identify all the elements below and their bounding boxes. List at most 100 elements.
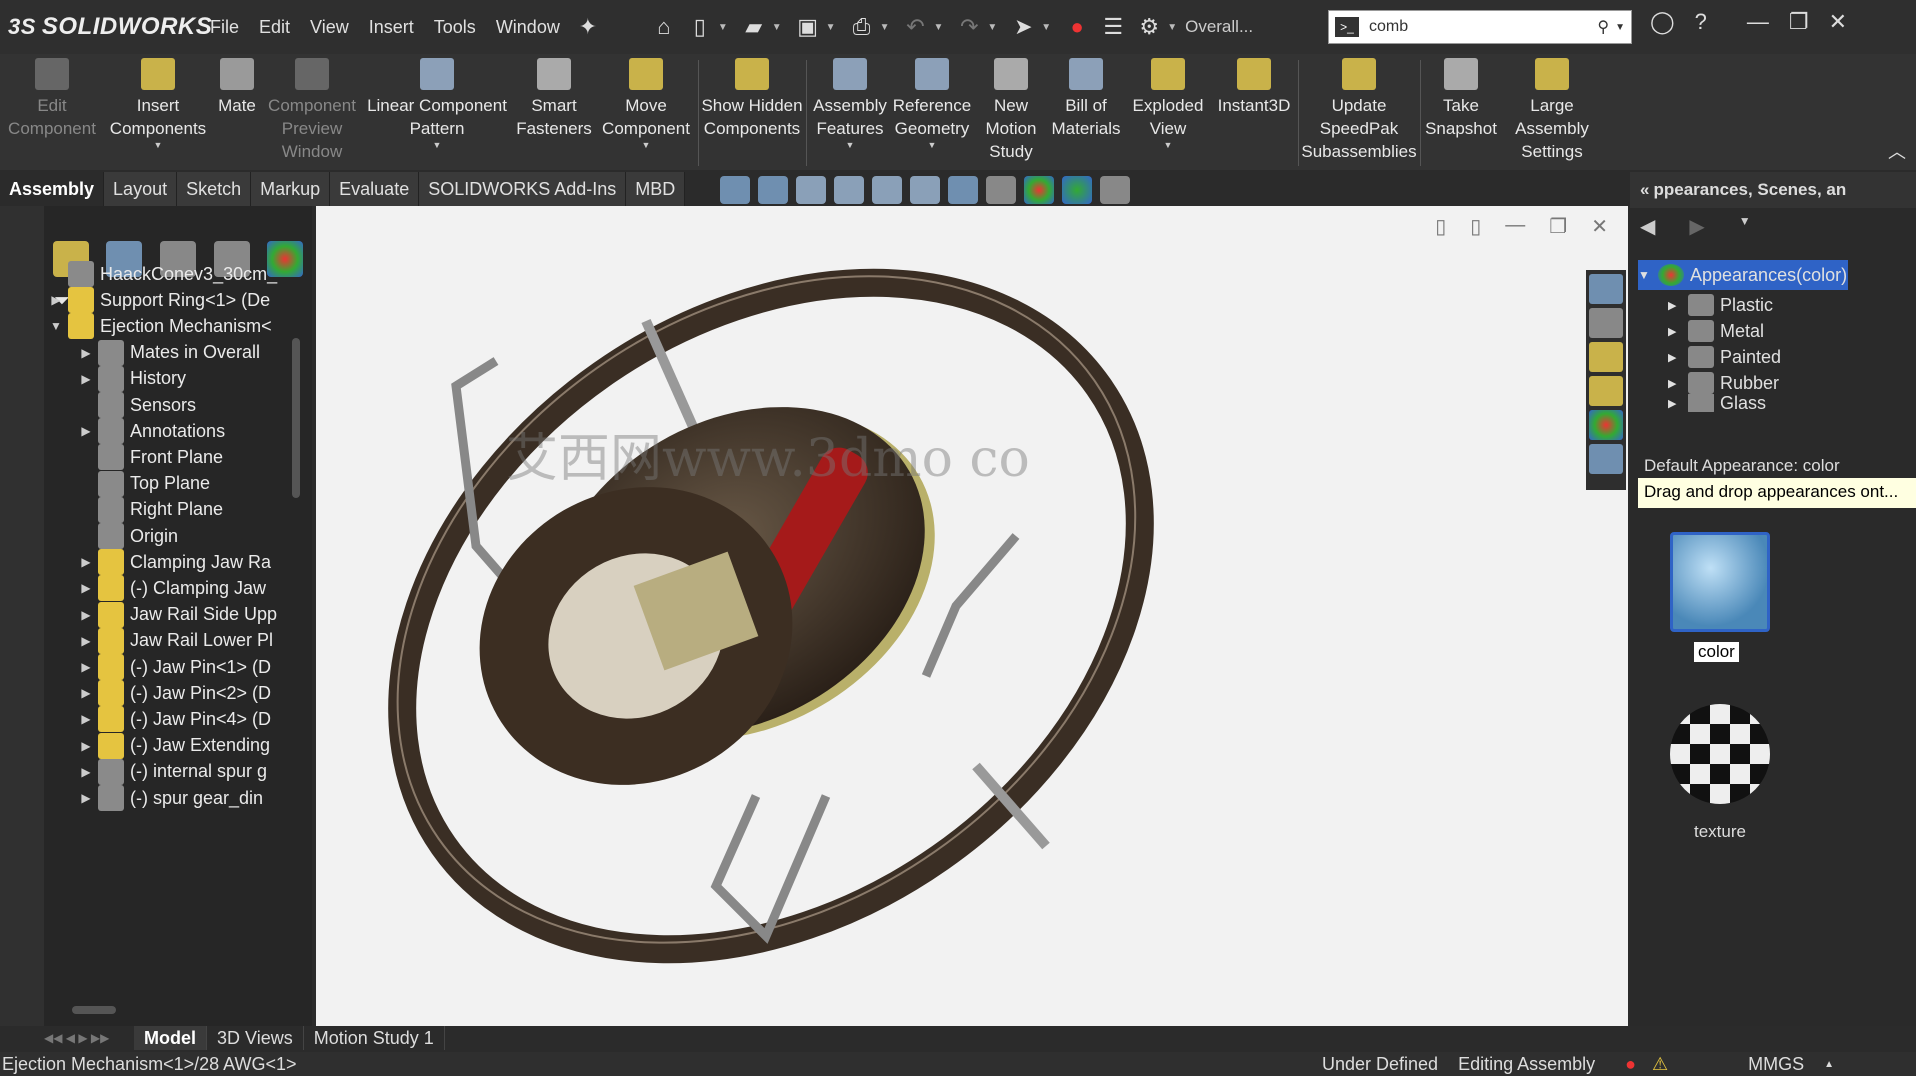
tab-assembly[interactable]: Assembly [0,172,105,206]
tab-evaluate[interactable]: Evaluate [330,172,420,206]
appearances-scenes-icon[interactable] [1589,410,1623,440]
expand-arrow-icon[interactable]: ▶ [78,791,94,805]
graphics-area[interactable]: ▯ ▯ — ❐ ✕ 艾西网www.3dmo co [316,206,1628,1026]
tab-markup[interactable]: Markup [251,172,331,206]
viewport-minimize-icon[interactable]: — [1505,214,1525,239]
expand-arrow-icon[interactable]: ▶ [78,712,94,726]
expand-arrow-icon[interactable]: ▶ [48,293,64,307]
search-icon[interactable]: ⚲ [1597,17,1609,37]
expand-arrow-icon[interactable]: ▶ [78,372,94,386]
search-dropdown-icon[interactable]: ▼ [1615,22,1625,33]
viewport-restore-icon[interactable]: ❐ [1549,214,1567,239]
design-library-icon[interactable] [1589,308,1623,338]
collapse-ribbon-icon[interactable]: ︿ [1888,138,1906,164]
assembly-model[interactable] [316,206,1628,1026]
view-settings-icon[interactable] [1100,176,1130,204]
large-assembly-settings-button[interactable]: Large Assembly Settings [1502,58,1602,163]
expand-arrow-icon[interactable]: ▶ [78,739,94,753]
zoom-to-area-icon[interactable] [758,176,788,204]
bill-of-materials-button[interactable]: Bill of Materials [1050,58,1122,140]
command-search[interactable]: >_ comb ⚲ ▼ [1328,10,1632,44]
take-snapshot-button[interactable]: Take Snapshot [1422,58,1500,140]
traffic-light-icon[interactable]: ● [1059,9,1095,45]
expand-arrow-icon[interactable]: ▶ [78,346,94,360]
menu-view[interactable]: View [300,17,359,38]
expand-arrow-icon[interactable]: ▶ [1668,351,1682,364]
tab-nav-arrows[interactable]: ◀◀ ◀ ▶ ▶▶ [44,1031,134,1045]
minimize-icon[interactable]: — [1747,9,1769,35]
undo-icon[interactable]: ↶ [897,9,933,45]
hide-show-items-icon[interactable] [986,176,1016,204]
menu-window[interactable]: Window [486,17,570,38]
dropdown-icon[interactable]: ▼ [846,140,855,150]
expand-arrow-icon[interactable]: ▼ [1638,268,1652,282]
expand-arrow-icon[interactable]: ▶ [78,686,94,700]
expand-arrow-icon[interactable]: ▶ [1668,299,1682,312]
linear-component-pattern-button[interactable]: Linear Component Pattern ▼ [364,58,510,150]
units-dropdown-icon[interactable]: ▲ [1824,1059,1834,1070]
pin-icon[interactable]: ✦ [570,9,606,45]
insert-components-button[interactable]: Insert Components ▼ [104,58,212,150]
tab-motion-study[interactable]: Motion Study 1 [304,1026,445,1050]
dropdown-icon[interactable]: ▼ [154,140,163,150]
show-hidden-components-button[interactable]: Show Hidden Components [700,58,804,140]
file-explorer-icon[interactable] [1589,342,1623,372]
appearance-thumb-texture[interactable] [1670,704,1770,804]
tab-layout[interactable]: Layout [104,172,178,206]
tree-item[interactable]: ▶ (-) spur gear_din [78,782,288,814]
tab-mbd[interactable]: MBD [626,172,686,206]
expand-arrow-icon[interactable]: ▶ [78,634,94,648]
expand-arrow-icon[interactable]: ▶ [78,555,94,569]
forward-icon[interactable]: ▶ [1689,214,1704,239]
close-icon[interactable]: ✕ [1829,9,1847,35]
horizontal-scrollbar[interactable] [72,1006,116,1014]
instant3d-button[interactable]: Instant3D [1212,58,1296,117]
edit-component-button[interactable]: Edit Component [2,58,102,140]
expand-arrow-icon[interactable]: ▶ [1668,397,1682,410]
zoom-to-fit-icon[interactable] [720,176,750,204]
view-orientation-icon[interactable] [910,176,940,204]
save-icon[interactable]: ▣ [790,9,826,45]
dropdown-icon[interactable]: ▼ [433,140,442,150]
component-preview-window-button[interactable]: Component Preview Window [262,58,362,163]
view-palette-icon[interactable] [1589,376,1623,406]
exploded-view-button[interactable]: Exploded View ▼ [1128,58,1208,150]
mate-button[interactable]: Mate [210,58,264,117]
tab-sketch[interactable]: Sketch [177,172,252,206]
new-document-icon[interactable]: ▯ [682,9,718,45]
file-properties-icon[interactable]: ☰ [1095,9,1131,45]
expand-arrow-icon[interactable]: ▶ [1668,325,1682,338]
home-dropdown-icon[interactable]: ▼ [1739,214,1751,239]
rebuild-icon[interactable]: ● [1625,1054,1636,1075]
tab-model[interactable]: Model [134,1026,207,1050]
menu-file[interactable]: File [200,17,249,38]
back-icon[interactable]: ◀ [1640,214,1655,239]
restore-icon[interactable]: ❐ [1789,9,1809,35]
appearance-thumb-color[interactable] [1670,532,1770,632]
menu-tools[interactable]: Tools [424,17,486,38]
menu-edit[interactable]: Edit [249,17,300,38]
custom-properties-icon[interactable] [1589,444,1623,474]
unit-system[interactable]: MMGS [1748,1054,1804,1075]
dropdown-icon[interactable]: ▼ [1164,140,1173,150]
expand-arrow-icon[interactable]: ▶ [1668,377,1682,390]
help-icon[interactable]: ? [1695,9,1707,35]
select-arrow-icon[interactable]: ➤ [1005,9,1041,45]
section-view-icon[interactable] [834,176,864,204]
expand-arrow-icon[interactable]: ▶ [78,581,94,595]
redo-icon[interactable]: ↷ [951,9,987,45]
viewport-close-icon[interactable]: ✕ [1591,214,1608,239]
tree-scrollbar[interactable] [292,338,300,498]
previous-view-icon[interactable] [796,176,826,204]
dynamic-annotation-icon[interactable] [872,176,902,204]
dropdown-icon[interactable]: ▼ [928,140,937,150]
tab-3d-views[interactable]: 3D Views [207,1026,304,1050]
edit-appearance-icon[interactable] [1024,176,1054,204]
smart-fasteners-button[interactable]: Smart Fasteners [514,58,594,140]
apply-scene-icon[interactable] [1062,176,1092,204]
tab-addins[interactable]: SOLIDWORKS Add-Ins [419,172,627,206]
expand-arrow-icon[interactable]: ▼ [48,319,64,333]
display-style-icon[interactable] [948,176,978,204]
menu-insert[interactable]: Insert [359,17,424,38]
collapse-pane-icon[interactable]: « [1640,180,1649,200]
